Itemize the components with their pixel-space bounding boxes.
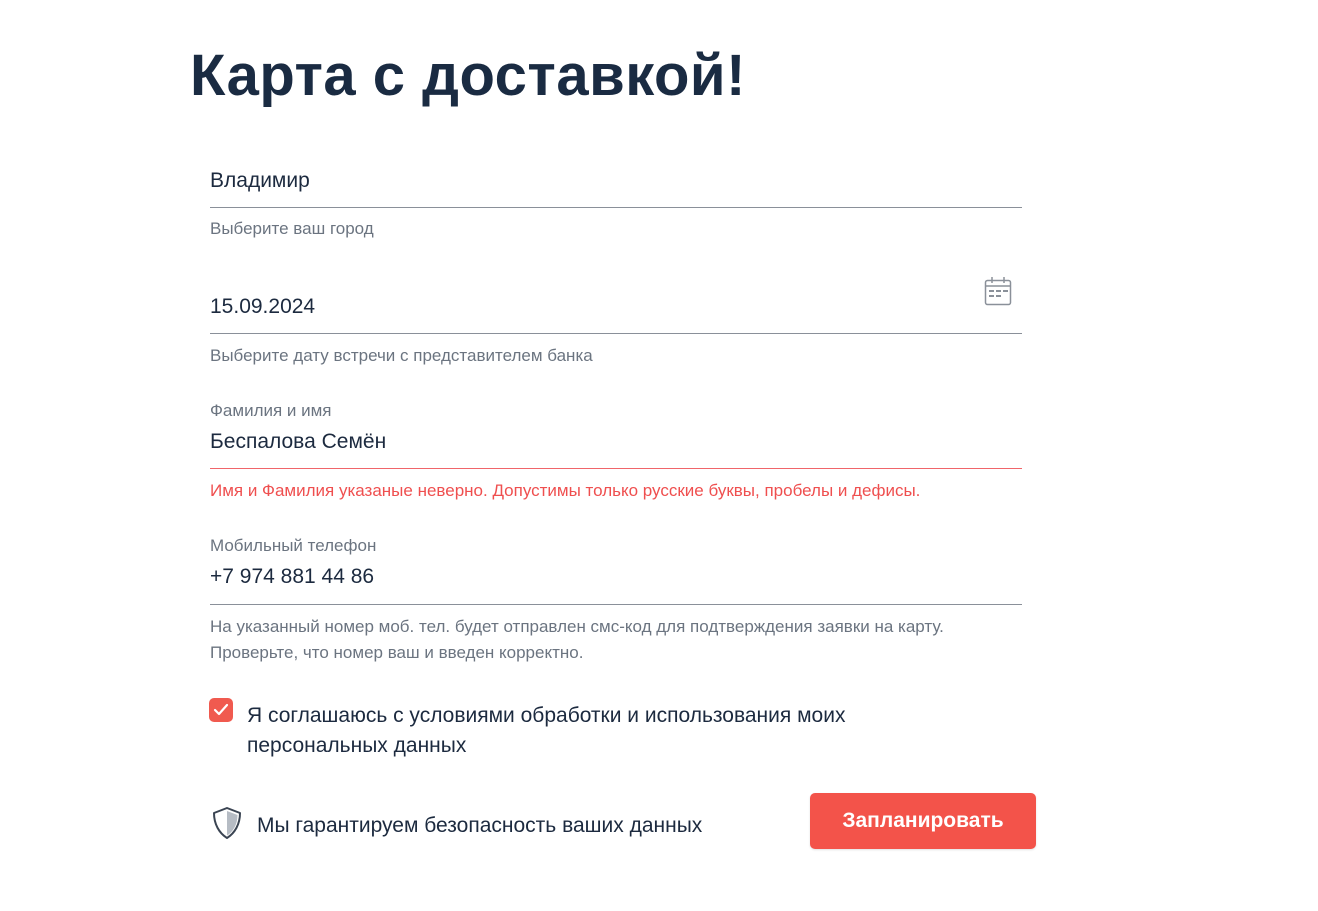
calendar-icon[interactable] (984, 276, 1012, 306)
city-input[interactable]: Владимир (210, 168, 1022, 193)
name-error-message: Имя и Фамилия указаные неверно. Допустим… (210, 481, 921, 500)
schedule-button[interactable]: Запланировать (810, 793, 1036, 849)
name-label: Фамилия и имя (210, 401, 332, 420)
phone-field[interactable]: Мобильный телефон +7 974 881 44 86 На ук… (210, 536, 1022, 662)
security-text: Мы гарантируем безопасность ваших данных (257, 813, 703, 837)
city-hint: Выберите ваш город (210, 219, 374, 238)
phone-label: Мобильный телефон (210, 536, 377, 555)
phone-hint-line-2: Проверьте, что номер ваш и введен коррек… (210, 642, 584, 662)
page-title: Карта с доставкой! (190, 43, 746, 108)
shield-icon (211, 806, 243, 845)
agreement-label[interactable]: Я соглашаюсь с условиями обработки и исп… (247, 701, 947, 761)
phone-underline (210, 604, 1022, 605)
phone-input[interactable]: +7 974 881 44 86 (210, 564, 1022, 589)
city-field[interactable]: Владимир Выберите ваш город (210, 168, 1022, 238)
date-field[interactable]: 15.09.2024 Выберите дату встречи с предс… (210, 277, 1022, 365)
date-input[interactable]: 15.09.2024 (210, 294, 1022, 319)
security-note: Мы гарантируем безопасность ваших данных (211, 806, 702, 845)
check-icon (213, 703, 229, 716)
name-input[interactable]: Беспалова Семён (210, 429, 1022, 454)
date-hint: Выберите дату встречи с представителем б… (210, 346, 593, 365)
phone-hint-line-1: На указанный номер моб. тел. будет отпра… (210, 617, 944, 636)
date-underline (210, 333, 1022, 334)
name-field[interactable]: Фамилия и имя Беспалова Семён Имя и Фами… (210, 401, 1022, 500)
city-underline (210, 207, 1022, 208)
agreement-checkbox[interactable] (209, 698, 233, 722)
phone-hint: На указанный номер моб. тел. будет отпра… (210, 614, 944, 665)
name-underline (210, 468, 1022, 469)
